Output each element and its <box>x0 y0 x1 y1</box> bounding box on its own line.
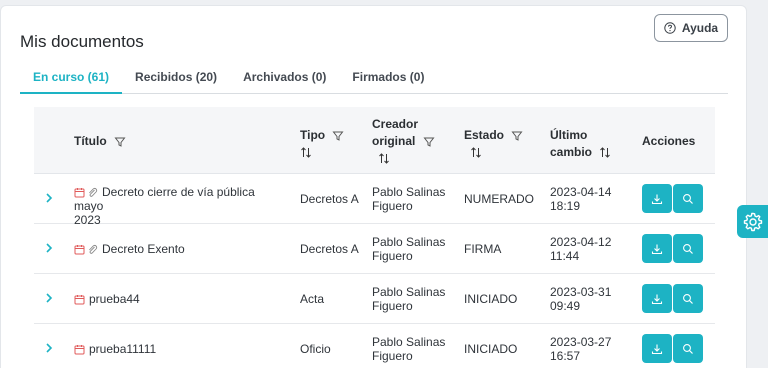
calendar-icon <box>74 188 85 198</box>
documents-card: Mis documentos Ayuda En curso (61) Recib… <box>0 5 747 368</box>
search-icon <box>683 243 693 254</box>
row-tipo: Oficio <box>300 342 331 356</box>
row-creador: Pablo Salinas Figuero <box>372 335 446 363</box>
table-row[interactable]: Decreto Exento Decretos A Pablo Salinas Fig… <box>34 224 715 274</box>
download-button[interactable] <box>642 184 672 213</box>
tab-en-curso[interactable]: En curso (61) <box>20 66 123 94</box>
header-ultimo-cambio: Último cambio <box>550 127 611 161</box>
view-button[interactable] <box>673 184 703 213</box>
row-title-icons <box>74 344 85 355</box>
row-title[interactable]: Decreto Exento <box>74 242 274 256</box>
chevron-right-icon[interactable] <box>44 241 54 255</box>
row-title-icons <box>74 244 98 255</box>
download-button[interactable] <box>642 334 672 363</box>
header-creador: Creador original <box>372 116 435 167</box>
row-title[interactable]: prueba44 <box>74 292 274 306</box>
row-creador: Pablo Salinas Figuero <box>372 185 446 213</box>
header-titulo: Título <box>74 133 126 150</box>
help-label: Ayuda <box>681 21 719 35</box>
filter-icon[interactable] <box>511 130 523 142</box>
paperclip-icon <box>89 244 98 254</box>
row-tipo: Decretos A <box>300 242 359 256</box>
row-ultimo-cambio: 2023-03-31 09:49 <box>550 285 612 313</box>
document-tabs: En curso (61) Recibidos (20) Archivados … <box>20 66 728 94</box>
row-estado: NUMERADO <box>464 192 535 206</box>
sort-icon[interactable] <box>470 146 482 159</box>
view-button[interactable] <box>673 284 703 313</box>
search-icon <box>683 343 693 354</box>
header-tipo: Tipo <box>300 127 344 161</box>
table-row[interactable]: prueba44 Acta Pablo Salinas Figuero INICIADO… <box>34 274 715 324</box>
header-acciones: Acciones <box>642 134 696 148</box>
table-row[interactable]: Decreto cierre de vía pública mayo 2023 De… <box>34 174 715 227</box>
help-button[interactable]: Ayuda <box>654 14 728 42</box>
download-button[interactable] <box>642 284 672 313</box>
download-icon <box>651 294 663 304</box>
view-button[interactable] <box>673 234 703 263</box>
row-creador: Pablo Salinas Figuero <box>372 285 446 313</box>
tab-recibidos[interactable]: Recibidos (20) <box>122 66 230 94</box>
header-estado: Estado <box>464 127 523 161</box>
row-creador: Pablo Salinas Figuero <box>372 235 446 263</box>
row-title-icons <box>74 294 85 305</box>
search-icon <box>683 193 693 204</box>
page-title: Mis documentos <box>20 32 144 51</box>
sort-icon[interactable] <box>378 152 390 165</box>
tab-firmados[interactable]: Firmados (0) <box>339 66 437 94</box>
calendar-icon <box>74 345 85 355</box>
download-icon <box>651 194 663 204</box>
row-estado: INICIADO <box>464 342 518 356</box>
row-tipo: Decretos A <box>300 192 359 206</box>
row-tipo: Acta <box>300 292 325 306</box>
settings-button[interactable] <box>737 205 768 238</box>
question-circle-icon <box>664 22 676 34</box>
tab-archivados[interactable]: Archivados (0) <box>230 66 339 94</box>
row-title-icons <box>74 187 98 198</box>
row-estado: INICIADO <box>464 292 518 306</box>
documents-table: Título Tipo Creador original Estado Últi… <box>34 107 715 368</box>
table-header: Título Tipo Creador original Estado Últi… <box>34 107 715 174</box>
chevron-right-icon[interactable] <box>44 291 54 305</box>
row-ultimo-cambio: 2023-04-14 18:19 <box>550 185 612 213</box>
view-button[interactable] <box>673 334 703 363</box>
download-icon <box>651 244 663 254</box>
filter-icon[interactable] <box>114 136 126 148</box>
row-title[interactable]: prueba11111 <box>74 342 274 356</box>
search-icon <box>683 293 693 304</box>
sort-icon[interactable] <box>300 146 312 159</box>
download-button[interactable] <box>642 234 672 263</box>
row-ultimo-cambio: 2023-04-12 11:44 <box>550 235 612 263</box>
table-row[interactable]: prueba11111 Oficio Pablo Salinas Figuero INI… <box>34 324 715 368</box>
paperclip-icon <box>89 187 98 197</box>
gear-icon <box>743 212 762 231</box>
filter-icon[interactable] <box>423 136 435 148</box>
row-estado: FIRMA <box>464 242 502 256</box>
calendar-icon <box>74 295 85 305</box>
row-title[interactable]: Decreto cierre de vía pública mayo 2023 <box>74 185 274 227</box>
row-ultimo-cambio: 2023-03-27 16:57 <box>550 335 612 363</box>
download-icon <box>651 344 663 354</box>
chevron-right-icon[interactable] <box>44 191 54 205</box>
filter-icon[interactable] <box>332 130 344 142</box>
sort-icon[interactable] <box>599 146 611 159</box>
calendar-icon <box>74 245 85 255</box>
chevron-right-icon[interactable] <box>44 341 54 355</box>
